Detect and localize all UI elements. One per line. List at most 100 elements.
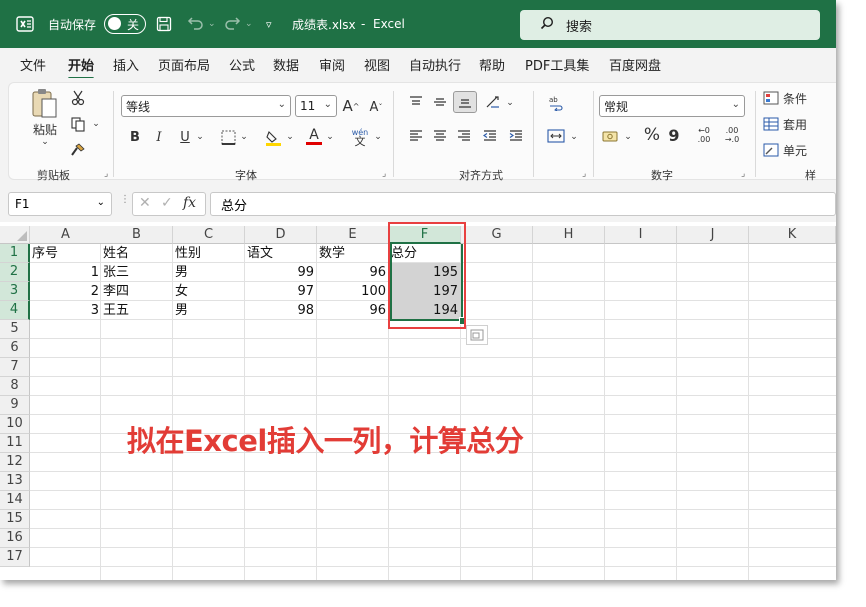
comma-style-button[interactable]: 9 xyxy=(667,125,681,145)
grow-font-icon[interactable]: A ^ xyxy=(341,95,361,117)
row-header-11[interactable]: 11 xyxy=(0,434,30,453)
cell-a3[interactable]: 2 xyxy=(30,282,102,301)
tab-data[interactable]: 数据 xyxy=(273,55,299,74)
format-painter-icon[interactable] xyxy=(69,141,87,159)
fill-color-icon[interactable] xyxy=(263,127,283,147)
splitter-handle-icon[interactable]: ⋮ xyxy=(120,195,130,210)
tab-page-layout[interactable]: 页面布局 xyxy=(158,55,210,74)
merge-center-icon[interactable] xyxy=(545,127,567,145)
tab-baidu-netdisk[interactable]: 百度网盘 xyxy=(609,55,661,74)
tab-file[interactable]: 文件 xyxy=(20,55,46,74)
cell-e4[interactable]: 96 xyxy=(317,301,389,320)
row-header-4[interactable]: 4 xyxy=(0,301,30,320)
cell-c1[interactable]: 性别 xyxy=(173,244,245,263)
cell-d2[interactable]: 99 xyxy=(245,263,317,282)
accounting-format-icon[interactable] xyxy=(601,127,621,145)
shrink-font-icon[interactable]: Aˇ xyxy=(366,97,386,117)
cell-b1[interactable]: 姓名 xyxy=(101,244,173,263)
orientation-dropdown-icon[interactable]: ⌄ xyxy=(505,95,515,111)
percent-style-button[interactable]: % xyxy=(643,125,661,145)
cancel-icon[interactable]: ✕ xyxy=(139,195,151,211)
align-top-icon[interactable] xyxy=(407,93,425,111)
borders-dropdown-icon[interactable]: ⌄ xyxy=(239,129,249,145)
row-header-15[interactable]: 15 xyxy=(0,510,30,529)
quick-analysis-icon[interactable] xyxy=(466,325,488,345)
customize-toolbar-icon[interactable]: ▿ xyxy=(266,0,272,48)
number-format-combo[interactable]: 常规 ⌄ xyxy=(599,95,745,117)
row-header-7[interactable]: 7 xyxy=(0,358,30,377)
cell-styles-button[interactable]: 单元 xyxy=(763,141,836,159)
autosave-toggle[interactable]: 关 xyxy=(104,0,146,48)
insert-function-button[interactable]: fx xyxy=(183,195,196,211)
redo-icon[interactable] xyxy=(224,0,242,48)
row-header-9[interactable]: 9 xyxy=(0,396,30,415)
cell-d4[interactable]: 98 xyxy=(245,301,317,320)
row-header-17[interactable]: 17 xyxy=(0,548,30,567)
alignment-launcher-icon[interactable]: ⌟ xyxy=(582,169,586,179)
cell-a2[interactable]: 1 xyxy=(30,263,102,282)
cell-b3[interactable]: 李四 xyxy=(101,282,173,301)
number-launcher-icon[interactable]: ⌟ xyxy=(741,169,745,179)
align-center-icon[interactable] xyxy=(431,127,449,145)
paste-label[interactable]: 粘贴 xyxy=(27,121,63,137)
redo-dropdown-icon[interactable]: ⌄ xyxy=(245,0,253,48)
name-box[interactable]: F1 ⌄ xyxy=(8,192,112,216)
row-header-13[interactable]: 13 xyxy=(0,472,30,491)
font-name-combo[interactable]: 等线 ⌄ xyxy=(121,95,291,117)
tab-view[interactable]: 视图 xyxy=(364,55,390,74)
font-size-combo[interactable]: 11 ⌄ xyxy=(295,95,337,117)
conditional-formatting-button[interactable]: 条件 xyxy=(763,89,836,107)
column-header-k[interactable]: K xyxy=(749,226,836,244)
tab-insert[interactable]: 插入 xyxy=(113,55,139,74)
formula-input[interactable]: 总分 xyxy=(210,192,836,216)
cell-d1[interactable]: 语文 xyxy=(245,244,317,263)
column-header-h[interactable]: H xyxy=(533,226,605,244)
align-right-icon[interactable] xyxy=(455,127,473,145)
cell-c3[interactable]: 女 xyxy=(173,282,245,301)
cell-c4[interactable]: 男 xyxy=(173,301,245,320)
align-left-icon[interactable] xyxy=(407,127,425,145)
enter-icon[interactable]: ✓ xyxy=(161,195,173,211)
column-header-e[interactable]: E xyxy=(317,226,389,244)
row-header-2[interactable]: 2 xyxy=(0,263,30,282)
wrap-text-icon[interactable]: ab xyxy=(547,93,567,113)
row-header-3[interactable]: 3 xyxy=(0,282,30,301)
save-icon[interactable] xyxy=(156,0,172,48)
row-header-16[interactable]: 16 xyxy=(0,529,30,548)
paste-icon[interactable] xyxy=(29,87,61,119)
copy-dropdown-icon[interactable]: ⌄ xyxy=(91,117,101,131)
underline-button[interactable]: U xyxy=(177,127,193,147)
cell-d3[interactable]: 97 xyxy=(245,282,317,301)
cell-e3[interactable]: 100 xyxy=(317,282,389,301)
undo-icon[interactable] xyxy=(186,0,204,48)
row-header-14[interactable]: 14 xyxy=(0,491,30,510)
row-header-5[interactable]: 5 xyxy=(0,320,30,339)
select-all-corner[interactable] xyxy=(0,226,30,244)
row-header-10[interactable]: 10 xyxy=(0,415,30,434)
align-middle-icon[interactable] xyxy=(431,93,449,111)
borders-icon[interactable] xyxy=(219,127,237,147)
copy-icon[interactable] xyxy=(67,115,89,133)
row-header-6[interactable]: 6 xyxy=(0,339,30,358)
cell-b4[interactable]: 王五 xyxy=(101,301,173,320)
cut-icon[interactable] xyxy=(69,89,87,107)
merge-dropdown-icon[interactable]: ⌄ xyxy=(569,129,579,145)
cell-e2[interactable]: 96 xyxy=(317,263,389,282)
format-as-table-button[interactable]: 套用 xyxy=(763,115,836,133)
cell-a4[interactable]: 3 xyxy=(30,301,102,320)
tab-review[interactable]: 审阅 xyxy=(319,55,345,74)
cell-a1[interactable]: 序号 xyxy=(30,244,102,263)
tab-home[interactable]: 开始 xyxy=(68,55,95,80)
undo-dropdown-icon[interactable]: ⌄ xyxy=(208,0,216,48)
decrease-indent-icon[interactable] xyxy=(481,127,499,145)
tab-help[interactable]: 帮助 xyxy=(479,55,505,74)
increase-indent-icon[interactable] xyxy=(507,127,525,145)
cell-c2[interactable]: 男 xyxy=(173,263,245,282)
font-launcher-icon[interactable]: ⌟ xyxy=(382,169,386,179)
tab-pdf-tools[interactable]: PDF工具集 xyxy=(525,55,589,74)
column-header-g[interactable]: G xyxy=(461,226,533,244)
bold-button[interactable]: B xyxy=(127,127,143,147)
cell-e1[interactable]: 数学 xyxy=(317,244,389,263)
phonetic-dropdown-icon[interactable]: ⌄ xyxy=(373,129,383,145)
column-header-b[interactable]: B xyxy=(101,226,173,244)
